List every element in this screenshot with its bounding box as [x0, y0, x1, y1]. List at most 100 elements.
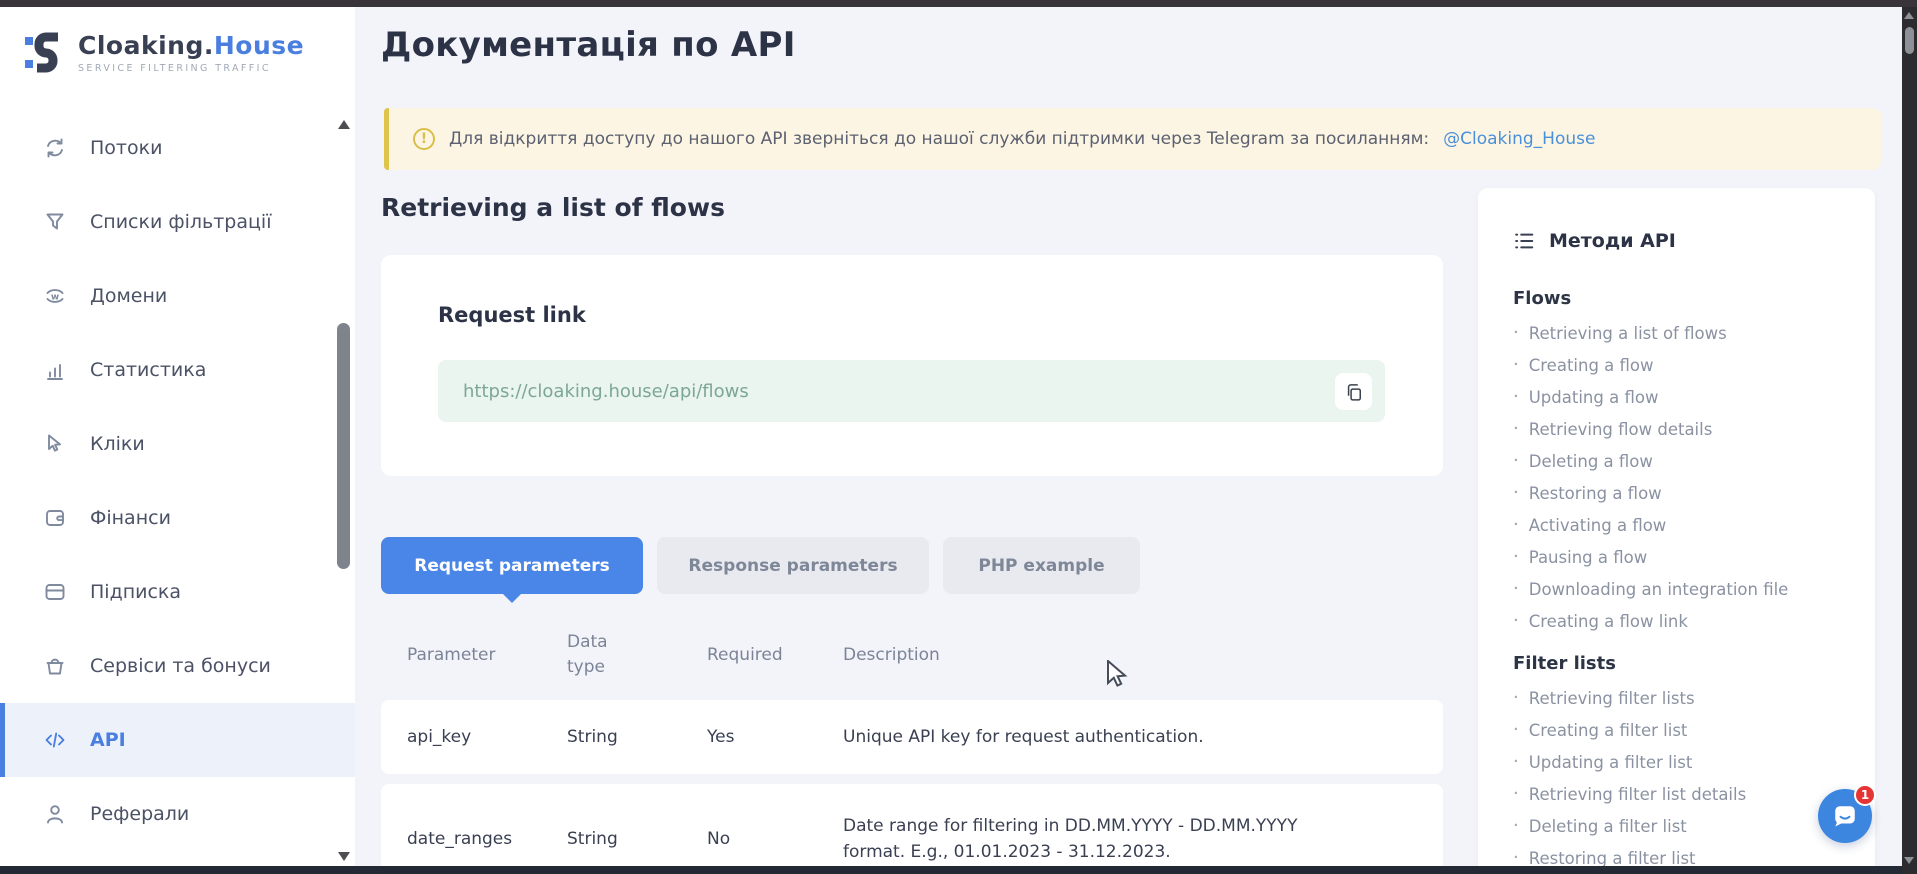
tab-request-parameters[interactable]: Request parameters: [381, 537, 643, 594]
method-link[interactable]: ·Retrieving filter lists: [1513, 682, 1840, 714]
page-scroll-down-icon[interactable]: [1904, 857, 1914, 864]
page-scroll-up-icon[interactable]: [1904, 12, 1914, 19]
request-link-title: Request link: [438, 303, 586, 327]
refresh-flows-icon: [42, 135, 68, 161]
method-link[interactable]: ·Retrieving filter list details: [1513, 778, 1840, 810]
api-methods-list: Flows·Retrieving a list of flows·Creatin…: [1513, 288, 1840, 874]
request-url: https://cloaking.house/api/flows: [463, 381, 749, 402]
sidebar-item-referrals[interactable]: Реферали: [0, 777, 355, 851]
cell-data-type: String: [567, 727, 707, 747]
logo[interactable]: Cloaking.House SERVICE FILTERING TRAFFIC: [24, 29, 304, 75]
sidebar-item-label: Домени: [90, 285, 167, 307]
section-heading: Retrieving a list of flows: [381, 193, 725, 222]
sidebar-item-filter-lists[interactable]: Списки фільтрації: [0, 185, 355, 259]
tab-php-example[interactable]: PHP example: [943, 537, 1140, 594]
sidebar-item-label: Статистика: [90, 359, 206, 381]
method-link[interactable]: ·Downloading an integration file: [1513, 573, 1840, 605]
sidebar-item-label: Сервіси та бонуси: [90, 655, 271, 677]
info-banner: ! Для відкриття доступу до нашого API зв…: [384, 108, 1881, 170]
cell-required: Yes: [707, 727, 843, 747]
sidebar-item-api[interactable]: API: [0, 703, 355, 777]
code-icon: [42, 727, 68, 753]
bullet-icon: ·: [1513, 484, 1519, 502]
method-link[interactable]: ·Updating a flow: [1513, 381, 1840, 413]
gift-basket-icon: [42, 653, 68, 679]
logo-brand-primary: Cloaking.: [78, 31, 214, 60]
tab-response-parameters[interactable]: Response parameters: [657, 537, 929, 594]
bullet-icon: ·: [1513, 420, 1519, 438]
table-row: date_rangesStringNoDate range for filter…: [381, 784, 1443, 874]
svg-text:w: w: [51, 293, 59, 303]
copy-button[interactable]: [1335, 373, 1372, 410]
bullet-icon: ·: [1513, 753, 1519, 771]
bullet-icon: ·: [1513, 785, 1519, 803]
scroll-up-icon[interactable]: [338, 120, 350, 129]
chat-badge: 1: [1854, 784, 1876, 806]
globe-icon: w: [42, 283, 68, 309]
bullet-icon: ·: [1513, 612, 1519, 630]
page-title: Документація по API: [381, 25, 796, 65]
table-row: api_keyStringYesUnique API key for reque…: [381, 700, 1443, 774]
method-link[interactable]: ·Creating a flow: [1513, 349, 1840, 381]
sidebar-item-subscription[interactable]: Підписка: [0, 555, 355, 629]
method-link[interactable]: ·Creating a flow link: [1513, 605, 1840, 637]
column-header-description: Description: [843, 645, 1443, 665]
sidebar-item-finances[interactable]: Фінанси: [0, 481, 355, 555]
logo-brand-accent: House: [214, 31, 304, 60]
request-url-field[interactable]: https://cloaking.house/api/flows: [438, 360, 1385, 422]
bullet-icon: ·: [1513, 516, 1519, 534]
telegram-link[interactable]: @Cloaking_House: [1443, 129, 1595, 149]
sidebar-item-services[interactable]: Сервіси та бонуси: [0, 629, 355, 703]
user-icon: [42, 801, 68, 827]
table-header: ParameterData typeRequiredDescription: [381, 623, 1443, 687]
cell-parameter: api_key: [407, 727, 567, 747]
banner-text: Для відкриття доступу до нашого API звер…: [449, 129, 1429, 149]
chat-widget-button[interactable]: 1: [1818, 789, 1872, 843]
window-bottom-edge: [0, 866, 1902, 874]
method-link[interactable]: ·Retrieving a list of flows: [1513, 317, 1840, 349]
logo-tagline: SERVICE FILTERING TRAFFIC: [78, 63, 304, 74]
cell-description: Date range for filtering in DD.MM.YYYY -…: [843, 813, 1323, 866]
bullet-icon: ·: [1513, 689, 1519, 707]
funnel-icon: [42, 209, 68, 235]
sidebar-scrollbar-thumb[interactable]: [337, 323, 350, 569]
method-link[interactable]: ·Retrieving flow details: [1513, 413, 1840, 445]
credit-card-icon: [42, 579, 68, 605]
table-rows: api_keyStringYesUnique API key for reque…: [381, 700, 1443, 874]
logo-text: Cloaking.House SERVICE FILTERING TRAFFIC: [78, 31, 304, 74]
sidebar-item-label: Реферали: [90, 803, 189, 825]
method-link[interactable]: ·Deleting a flow: [1513, 445, 1840, 477]
bullet-icon: ·: [1513, 580, 1519, 598]
main-content: Документація по API ! Для відкриття дост…: [355, 7, 1902, 874]
method-link[interactable]: ·Activating a flow: [1513, 509, 1840, 541]
sidebar-item-clicks[interactable]: Кліки: [0, 407, 355, 481]
sidebar: Cloaking.House SERVICE FILTERING TRAFFIC…: [0, 7, 355, 874]
sidebar-scrollbar[interactable]: [336, 7, 352, 874]
method-link[interactable]: ·Creating a filter list: [1513, 714, 1840, 746]
method-link[interactable]: ·Deleting a filter list: [1513, 810, 1840, 842]
methods-section: Flows·Retrieving a list of flows·Creatin…: [1513, 288, 1840, 637]
cursor-click-icon: [42, 431, 68, 457]
wallet-icon: [42, 505, 68, 531]
bullet-icon: ·: [1513, 721, 1519, 739]
bullet-icon: ·: [1513, 324, 1519, 342]
sidebar-item-statistics[interactable]: Статистика: [0, 333, 355, 407]
bullet-icon: ·: [1513, 388, 1519, 406]
method-link[interactable]: ·Pausing a flow: [1513, 541, 1840, 573]
sidebar-item-flows[interactable]: Потоки: [0, 111, 355, 185]
sidebar-item-domains[interactable]: w Домени: [0, 259, 355, 333]
method-link[interactable]: ·Restoring a flow: [1513, 477, 1840, 509]
sidebar-item-label: Фінанси: [90, 507, 171, 529]
page-scrollbar-thumb[interactable]: [1905, 27, 1914, 54]
page-scrollbar[interactable]: [1902, 7, 1917, 874]
sidebar-item-label: Списки фільтрації: [90, 211, 271, 233]
bullet-icon: ·: [1513, 548, 1519, 566]
api-methods-header: Методи API: [1513, 230, 1875, 252]
scroll-down-icon[interactable]: [338, 852, 350, 861]
bar-chart-icon: [42, 357, 68, 383]
bullet-icon: ·: [1513, 452, 1519, 470]
chat-bubble-icon: [1830, 801, 1860, 831]
sidebar-nav: Потоки Списки фільтрації w Домени Статистика…: [0, 111, 355, 851]
bullet-icon: ·: [1513, 849, 1519, 867]
method-link[interactable]: ·Updating a filter list: [1513, 746, 1840, 778]
